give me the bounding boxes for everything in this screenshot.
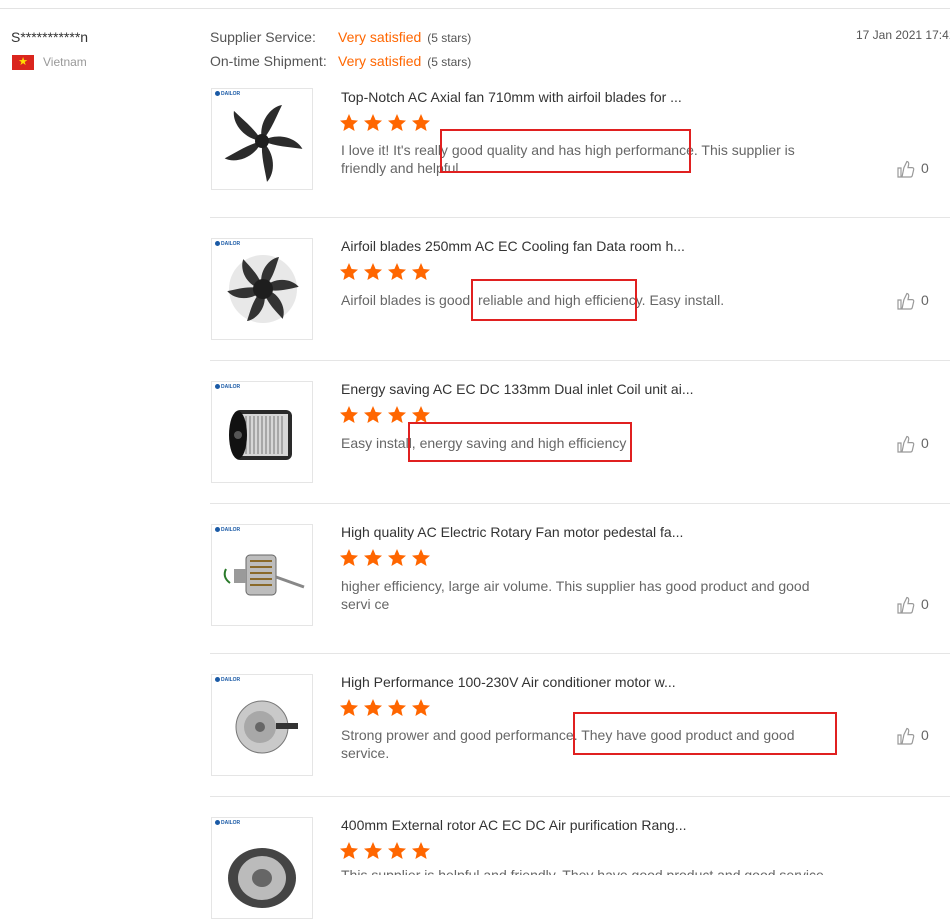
highlight-box [573,712,837,755]
review-date: 17 Jan 2021 17:41 [856,28,950,42]
star-rating [340,549,440,567]
five-stars-icon [340,549,430,566]
rating-stars-text: (5 stars) [427,31,472,45]
top-divider [0,8,950,9]
vietnam-flag-icon: ★ [12,55,34,70]
review-divider [210,217,950,218]
blower-icon [229,410,292,460]
review-comment: This supplier is helpful and friendly. T… [341,867,828,875]
thumbs-up-icon[interactable] [896,595,916,615]
review-divider [210,796,950,797]
fan-motor-icon [223,554,305,596]
rating-value: Very satisfied [338,53,422,69]
product-title-link[interactable]: Top-Notch AC Axial fan 710mm with airfoi… [341,89,682,105]
thumbs-up-icon[interactable] [896,159,916,179]
product-image[interactable]: DAILOR [211,88,313,190]
review-divider [210,503,950,504]
star-rating [340,842,440,860]
product-title-link[interactable]: High Performance 100-230V Air conditione… [341,674,676,690]
product-image[interactable]: DAILOR [211,381,313,483]
rating-stars-text: (5 stars) [427,55,472,69]
five-stars-icon [340,263,430,280]
five-stars-icon [340,699,430,716]
thumbs-up-icon[interactable] [896,726,916,746]
product-title-link[interactable]: Energy saving AC EC DC 133mm Dual inlet … [341,381,693,397]
axial-fan-icon [224,105,303,182]
review-divider [210,360,950,361]
five-stars-icon [340,842,430,859]
supplier-service-rating: Supplier Service: Very satisfied (5 stars) [210,29,471,45]
like-count: 0 [921,727,929,743]
cooling-fan-icon [227,255,299,323]
external-rotor-fan-icon [228,848,296,908]
highlight-box [408,422,632,462]
product-title-link[interactable]: Airfoil blades 250mm AC EC Cooling fan D… [341,238,685,254]
rating-label: Supplier Service: [210,29,316,45]
product-title-link[interactable]: High quality AC Electric Rotary Fan moto… [341,524,683,540]
thumbs-up-icon[interactable] [896,291,916,311]
like-count: 0 [921,160,929,176]
thumbs-up-icon[interactable] [896,434,916,454]
product-image[interactable]: DAILOR [211,524,313,626]
product-title-link[interactable]: 400mm External rotor AC EC DC Air purifi… [341,817,686,833]
star-rating [340,114,440,132]
product-image[interactable]: DAILOR [211,674,313,776]
product-image[interactable]: DAILOR [211,238,313,340]
review-comment: higher efficiency, large air volume. Thi… [341,578,810,612]
highlight-box [471,279,637,321]
reviewer-name: S***********n [11,29,89,45]
ac-motor-icon [235,700,298,754]
like-count: 0 [921,435,929,451]
five-stars-icon [340,114,430,131]
highlight-box [440,129,691,173]
star-rating [340,263,440,281]
reviewer-country: Vietnam [43,55,87,69]
rating-label: On-time Shipment: [210,53,327,69]
rating-value: Very satisfied [338,29,422,45]
on-time-shipment-rating: On-time Shipment: Very satisfied (5 stars) [210,53,471,69]
like-count: 0 [921,596,929,612]
star-rating [340,699,440,717]
product-image[interactable]: DAILOR [211,817,313,919]
review-divider [210,653,950,654]
like-count: 0 [921,292,929,308]
